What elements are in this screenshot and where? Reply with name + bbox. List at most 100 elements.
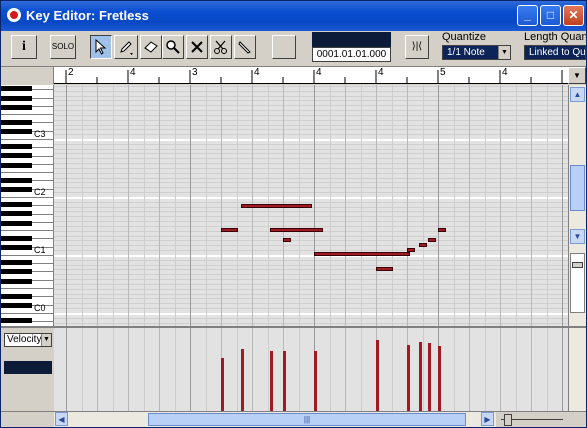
- pitch-row-line: [54, 144, 568, 145]
- horizontal-zoom-handle[interactable]: [504, 414, 512, 426]
- midi-note[interactable]: [283, 238, 291, 242]
- time-ruler[interactable]: 2 4 3 4 4 4 5 4: [54, 67, 568, 84]
- pitch-row-line: [54, 221, 568, 222]
- black-key[interactable]: [1, 221, 32, 226]
- velocity-bar[interactable]: [221, 358, 224, 411]
- black-key[interactable]: [1, 279, 32, 284]
- midi-note[interactable]: [376, 267, 393, 271]
- velocity-bar[interactable]: [241, 349, 244, 411]
- horizontal-scrollbar[interactable]: ◀ ||| ▶: [54, 411, 496, 427]
- black-key[interactable]: [1, 129, 32, 134]
- black-key[interactable]: [1, 245, 32, 250]
- controller-value-display: [4, 361, 52, 374]
- vertical-zoom-handle[interactable]: [572, 262, 583, 268]
- zoom-tool-button[interactable]: [162, 35, 184, 59]
- velocity-bar[interactable]: [283, 351, 286, 411]
- chevron-left-icon: ◀: [58, 415, 65, 424]
- midi-note[interactable]: [314, 252, 410, 256]
- velocity-bar[interactable]: [270, 351, 273, 411]
- black-key[interactable]: [1, 178, 32, 183]
- pitch-row-line: [54, 216, 568, 217]
- octave-label: C0: [34, 303, 46, 313]
- velocity-grid-line: [562, 328, 563, 411]
- piano-keyboard[interactable]: C3 C2 C1 C0: [1, 85, 54, 326]
- black-key[interactable]: [1, 294, 32, 299]
- black-key[interactable]: [1, 144, 32, 149]
- position-display[interactable]: 0001.01.01.000: [312, 47, 391, 62]
- ruler-format-dropdown[interactable]: ▼: [568, 67, 586, 84]
- glue-tool-button[interactable]: [234, 35, 256, 59]
- split-tool-button[interactable]: [210, 35, 232, 59]
- beat-line: [159, 85, 160, 326]
- black-key[interactable]: [1, 260, 32, 265]
- beat-line: [82, 85, 83, 326]
- title-bar[interactable]: Key Editor: Fretless _ □ ✕: [1, 1, 586, 31]
- length-quantize-select[interactable]: Linked to Quantize: [524, 45, 586, 60]
- scroll-right-button[interactable]: ▶: [481, 412, 494, 426]
- black-key[interactable]: [1, 120, 32, 125]
- controller-lane-select[interactable]: Velocity ▼: [4, 333, 52, 347]
- close-button[interactable]: ✕: [563, 5, 584, 26]
- draw-tool-button[interactable]: [114, 35, 138, 59]
- vertical-scrollbar[interactable]: ▲ ▼: [568, 85, 586, 326]
- white-key-divider: [1, 288, 53, 289]
- maximize-button[interactable]: □: [540, 5, 561, 26]
- mute-tool-button[interactable]: [186, 35, 208, 59]
- black-key[interactable]: [1, 202, 32, 207]
- midi-note[interactable]: [407, 248, 415, 252]
- snap-button[interactable]: ⟩|⟨: [405, 35, 429, 59]
- scroll-up-button[interactable]: ▲: [570, 87, 585, 102]
- black-key[interactable]: [1, 105, 32, 110]
- black-key[interactable]: [1, 153, 32, 158]
- black-key[interactable]: [1, 163, 32, 168]
- scroll-down-button[interactable]: ▼: [570, 229, 585, 244]
- pitch-row-line: [54, 274, 568, 275]
- pitch-row-line: [54, 178, 568, 179]
- midi-note[interactable]: [419, 243, 427, 247]
- velocity-bar[interactable]: [438, 346, 441, 411]
- velocity-bar[interactable]: [419, 342, 422, 411]
- object-select-tool-button[interactable]: [90, 35, 112, 59]
- white-key-divider: [1, 197, 53, 198]
- velocity-bar[interactable]: [376, 340, 379, 411]
- black-key[interactable]: [1, 86, 32, 91]
- quantize-select[interactable]: 1/1 Note ▼: [442, 45, 511, 60]
- velocity-bar[interactable]: [314, 351, 317, 411]
- midi-note[interactable]: [221, 228, 238, 232]
- black-key[interactable]: [1, 187, 32, 192]
- color-button[interactable]: [272, 35, 296, 59]
- pitch-row-line: [54, 100, 568, 101]
- black-key[interactable]: [1, 96, 32, 101]
- black-key[interactable]: [1, 236, 32, 241]
- black-key[interactable]: [1, 318, 32, 323]
- bottom-right-corner: [568, 411, 586, 427]
- pitch-row-line: [54, 303, 568, 304]
- beat-line: [547, 85, 548, 326]
- velocity-grid-line: [485, 328, 486, 411]
- midi-note[interactable]: [428, 238, 436, 242]
- horizontal-scroll-thumb[interactable]: |||: [148, 413, 466, 426]
- ruler-label: 5: [440, 67, 446, 78]
- pitch-row-line: [54, 318, 568, 319]
- erase-tool-button[interactable]: [140, 35, 162, 59]
- minimize-button[interactable]: _: [517, 5, 538, 26]
- black-key[interactable]: [1, 211, 32, 216]
- pitch-row-line: [54, 149, 568, 150]
- vertical-zoom-slider[interactable]: [570, 253, 585, 313]
- black-key[interactable]: [1, 269, 32, 274]
- velocity-bar[interactable]: [407, 345, 410, 411]
- velocity-grid-line: [159, 328, 160, 411]
- vertical-scroll-thumb[interactable]: [570, 165, 585, 211]
- scroll-left-button[interactable]: ◀: [55, 412, 68, 426]
- pitch-row-line: [54, 115, 568, 116]
- midi-note[interactable]: [241, 204, 312, 208]
- black-key[interactable]: [1, 303, 32, 308]
- solo-editor-button[interactable]: SOLO: [50, 35, 76, 59]
- show-info-button[interactable]: i: [11, 35, 37, 59]
- velocity-lane[interactable]: [54, 326, 568, 411]
- velocity-bar[interactable]: [428, 343, 431, 411]
- horizontal-zoom-slider[interactable]: [496, 411, 568, 427]
- note-grid[interactable]: [54, 85, 568, 326]
- midi-note[interactable]: [270, 228, 323, 232]
- midi-note[interactable]: [438, 228, 446, 232]
